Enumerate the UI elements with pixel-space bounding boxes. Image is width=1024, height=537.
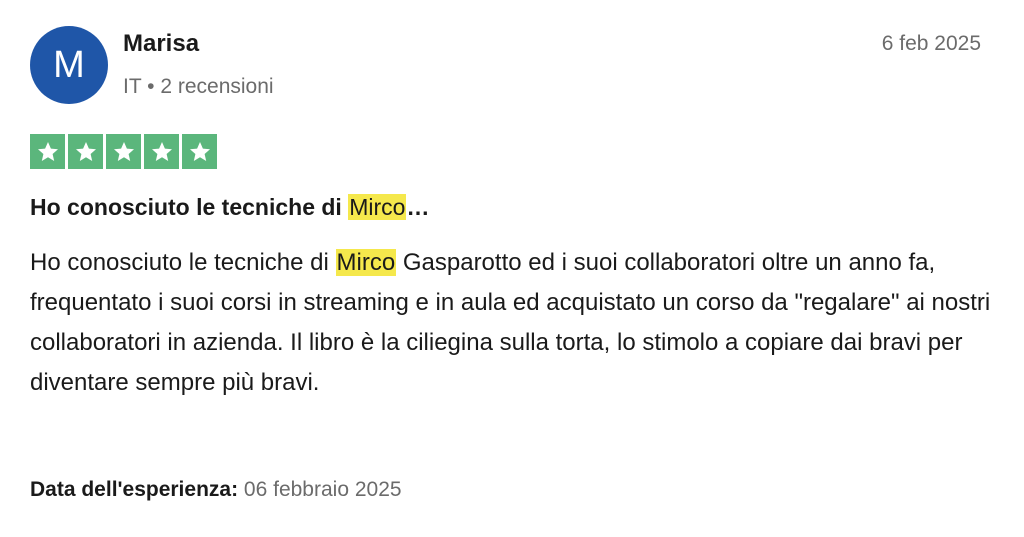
review-title-ellipsis: … <box>406 194 430 220</box>
meta-separator: • <box>147 75 155 98</box>
reviewer-review-count: 2 recensioni <box>160 75 274 98</box>
search-highlight: Mirco <box>335 249 397 276</box>
review-date: 6 feb 2025 <box>881 32 981 55</box>
review-body: Ho conosciuto le tecniche di Mirco Gaspa… <box>30 243 1000 403</box>
experience-date: Data dell'esperienza: 06 febbraio 2025 <box>30 478 402 502</box>
review-card: M Marisa IT • 2 recensioni 6 feb 2025 Ho… <box>0 0 1024 537</box>
star-icon <box>106 134 141 169</box>
review-title-text: Ho conosciuto le tecniche di <box>30 194 349 220</box>
experience-label: Data dell'esperienza: <box>30 478 239 501</box>
experience-value: 06 febbraio 2025 <box>243 478 402 501</box>
star-icon <box>68 134 103 169</box>
search-highlight: Mirco <box>348 194 407 220</box>
star-icon <box>182 134 217 169</box>
star-icon <box>144 134 179 169</box>
reviewer-meta: IT • 2 recensioni <box>123 75 274 99</box>
review-title[interactable]: Ho conosciuto le tecniche di Mirco… <box>30 194 429 221</box>
review-body-text: Ho conosciuto le tecniche di <box>30 249 336 276</box>
star-rating <box>30 134 217 169</box>
star-icon <box>30 134 65 169</box>
avatar[interactable]: M <box>30 26 108 104</box>
reviewer-country: IT <box>123 75 142 98</box>
reviewer-name[interactable]: Marisa <box>123 30 199 58</box>
